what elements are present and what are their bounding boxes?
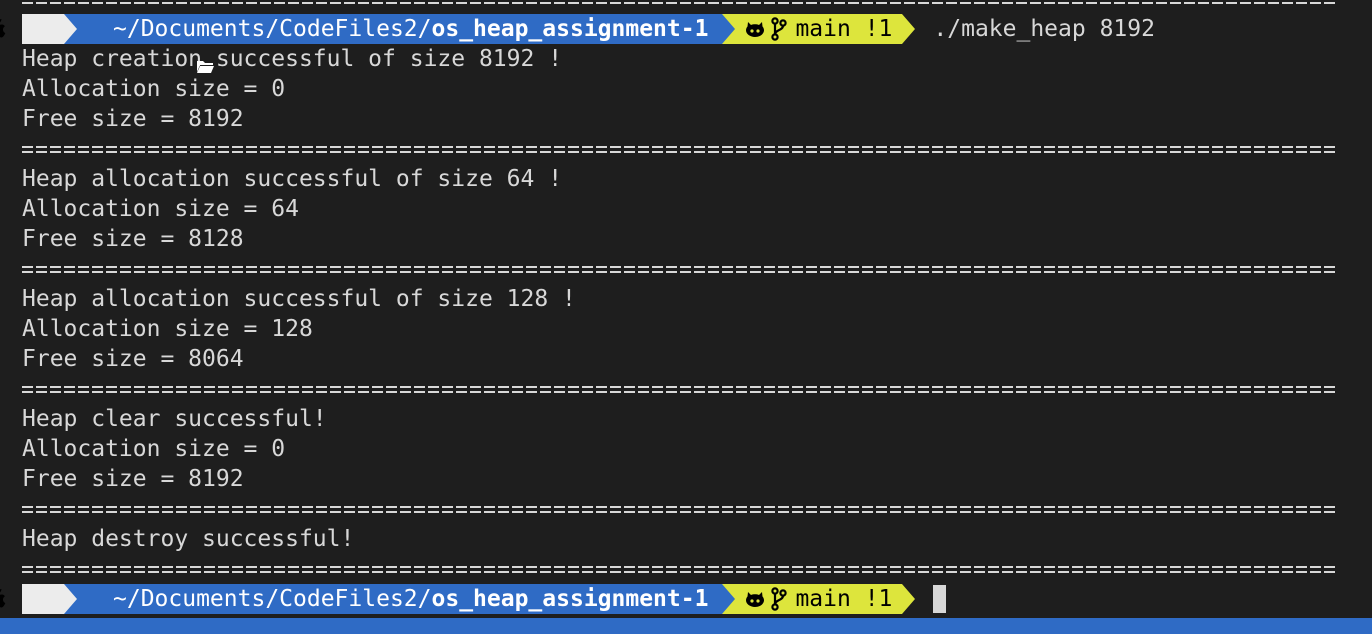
separator-line xyxy=(22,554,1372,584)
git-status: !1 xyxy=(864,586,893,612)
output-line: Heap clear successful! xyxy=(22,406,327,432)
output-line: Free size = 8192 xyxy=(22,466,244,492)
prompt-dir-repo: os_heap_assignment-1 xyxy=(431,586,709,612)
output-line: Allocation size = 0 xyxy=(22,436,286,462)
output-line: Free size = 8192 xyxy=(22,106,244,132)
prompt-directory-segment: ~/Documents/CodeFiles2/os_heap_assignmen… xyxy=(77,584,723,634)
git-branch-icon xyxy=(771,587,788,611)
git-branch-name: main xyxy=(795,586,851,612)
output-line: Free size = 8128 xyxy=(22,226,244,252)
output-line: Heap allocation successful of size 64 ! xyxy=(22,166,563,192)
prompt-os-segment xyxy=(0,14,64,44)
status-bar xyxy=(0,618,1372,634)
github-icon xyxy=(745,590,765,608)
separator-line xyxy=(22,494,1372,524)
separator-line xyxy=(22,0,1372,30)
prompt-os-segment xyxy=(0,584,64,614)
output-line: Heap allocation successful of size 128 ! xyxy=(22,286,576,312)
shell-prompt[interactable]: ~/Documents/CodeFiles2/os_heap_assignmen… xyxy=(0,584,1372,634)
output-line: Allocation size = 0 xyxy=(22,76,286,102)
output-line: Allocation size = 128 xyxy=(22,316,313,342)
terminal-cursor[interactable] xyxy=(933,585,947,613)
separator-line xyxy=(22,134,1372,164)
output-line: Heap destroy successful! xyxy=(22,526,355,552)
terminal-window[interactable]: ~/Documents/CodeFiles2/os_heap_assignmen… xyxy=(0,0,1372,634)
separator-line xyxy=(22,254,1372,284)
prompt-git-segment: main !1 xyxy=(735,584,903,614)
separator-line xyxy=(22,374,1372,404)
output-line: Allocation size = 64 xyxy=(22,196,299,222)
folder-icon xyxy=(85,22,214,73)
prompt-dir-prefix: ~/Documents/CodeFiles2/ xyxy=(113,586,432,612)
folder-icon xyxy=(85,592,213,634)
output-line: Free size = 8064 xyxy=(22,346,244,372)
output-line: Heap creation successful of size 8192 ! xyxy=(22,46,563,72)
apple-icon xyxy=(0,0,98,91)
